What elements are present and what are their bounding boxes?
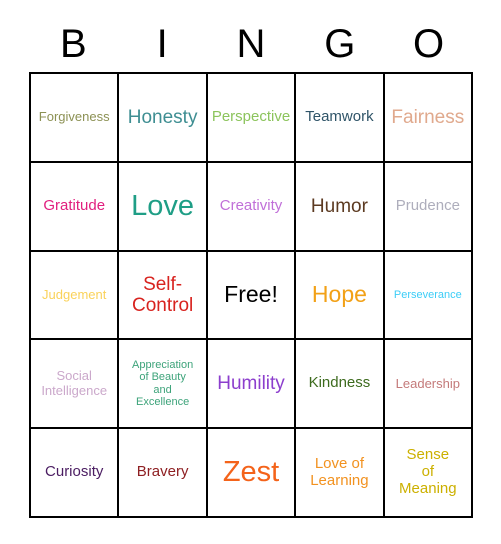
bingo-cell-label: Appreciation of Beauty and Excellence	[132, 359, 194, 409]
bingo-cell-label: Humility	[217, 373, 285, 395]
bingo-cell[interactable]: Teamwork	[296, 74, 385, 163]
bingo-cell[interactable]: Social Intelligence	[31, 340, 120, 430]
bingo-cell-label: Free!	[224, 281, 278, 308]
bingo-cell[interactable]: Perseverance	[384, 251, 474, 341]
bingo-cell[interactable]: Judgement	[31, 251, 120, 341]
bingo-cell[interactable]: Humility	[207, 340, 297, 430]
bingo-row: Curiosity Bravery Zest Love of Learning …	[31, 429, 474, 518]
bingo-cell[interactable]: Humor	[296, 162, 385, 252]
bingo-cell[interactable]: Love of Learning	[296, 429, 385, 518]
bingo-cell-label: Self- Control	[131, 273, 194, 316]
bingo-cell-label: Love of Learning	[310, 454, 369, 489]
bingo-cell-free-space[interactable]: Free!	[207, 251, 297, 341]
bingo-row: Social Intelligence Appreciation of Beau…	[31, 340, 474, 430]
bingo-cell[interactable]: Fairness	[384, 74, 474, 163]
header-letter-n: N	[236, 22, 266, 66]
bingo-cell-label: Creativity	[219, 196, 283, 214]
bingo-cell-label: Forgiveness	[38, 109, 110, 125]
bingo-cell[interactable]: Honesty	[119, 74, 208, 163]
bingo-cell-label: Gratitude	[43, 196, 106, 214]
bingo-cell[interactable]: Perspective	[207, 74, 297, 163]
header-letter-o: O	[413, 22, 445, 66]
bingo-cell-label: Fairness	[391, 106, 465, 128]
bingo-cell[interactable]: Self- Control	[119, 251, 208, 341]
bingo-cell[interactable]: Sense of Meaning	[384, 429, 474, 518]
bingo-cell[interactable]: Kindness	[296, 340, 385, 430]
bingo-cell[interactable]: Leadership	[384, 340, 474, 430]
bingo-row: Judgement Self- Control Free! Hope Perse…	[31, 251, 474, 341]
bingo-header-row: B I N G O	[29, 16, 473, 72]
header-letter-i: I	[156, 22, 168, 66]
bingo-card: B I N G O Forgiveness Honesty Perspectiv…	[0, 0, 501, 544]
bingo-cell-label: Humor	[310, 195, 368, 217]
bingo-cell[interactable]: Forgiveness	[31, 74, 120, 163]
bingo-cell[interactable]: Prudence	[384, 162, 474, 252]
bingo-cell-label: Perseverance	[393, 288, 462, 301]
bingo-cell-label: Teamwork	[305, 108, 374, 125]
bingo-cell[interactable]: Gratitude	[31, 162, 120, 252]
bingo-cell[interactable]: Love	[119, 162, 208, 252]
bingo-cell[interactable]: Hope	[296, 251, 385, 341]
bingo-cell-label: Kindness	[308, 374, 371, 392]
bingo-cell-label: Social Intelligence	[41, 368, 108, 398]
header-letter-g: G	[324, 22, 356, 66]
header-letter-b: B	[60, 22, 87, 66]
bingo-cell[interactable]: Creativity	[207, 162, 297, 252]
bingo-cell[interactable]: Appreciation of Beauty and Excellence	[119, 340, 208, 430]
bingo-cell-label: Leadership	[395, 375, 460, 391]
bingo-cell[interactable]: Curiosity	[31, 429, 120, 518]
bingo-cell-label: Curiosity	[45, 463, 104, 481]
bingo-cell-label: Sense of Meaning	[399, 446, 457, 497]
bingo-row: Forgiveness Honesty Perspective Teamwork…	[31, 74, 474, 163]
bingo-cell-label: Perspective	[211, 108, 291, 125]
bingo-cell-label: Love	[131, 189, 195, 222]
bingo-cell-label: Honesty	[127, 106, 198, 128]
bingo-cell[interactable]: Zest	[207, 429, 297, 518]
bingo-cell-label: Prudence	[395, 196, 460, 214]
bingo-cell-label: Bravery	[136, 463, 189, 481]
bingo-cell-label: Judgement	[42, 286, 107, 302]
bingo-cell[interactable]: Bravery	[119, 429, 208, 518]
bingo-cell-label: Hope	[311, 281, 367, 308]
bingo-row: Gratitude Love Creativity Humor Prudence	[31, 162, 474, 252]
bingo-grid: Forgiveness Honesty Perspective Teamwork…	[29, 72, 474, 518]
bingo-cell-label: Zest	[222, 456, 280, 489]
